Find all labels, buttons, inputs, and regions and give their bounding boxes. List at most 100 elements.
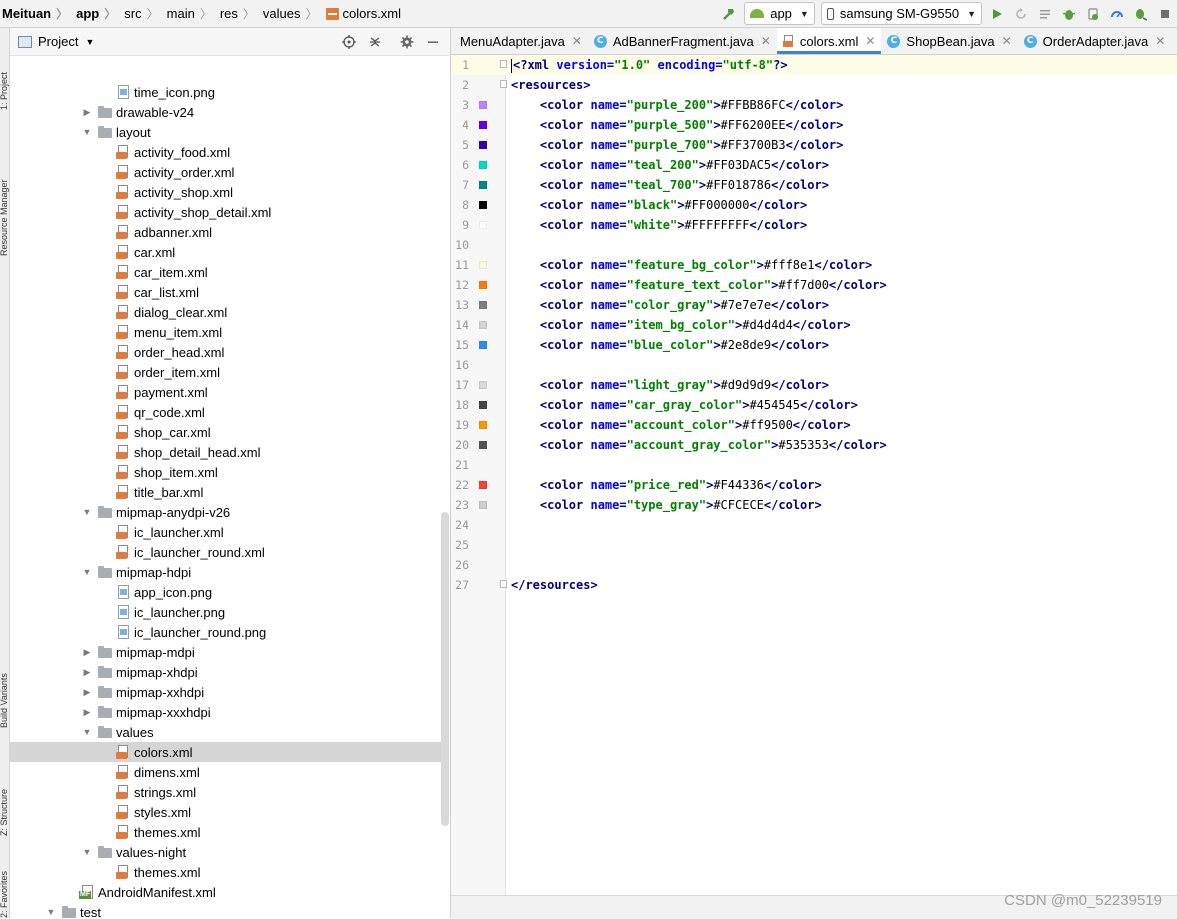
color-swatch-icon[interactable]	[479, 181, 487, 189]
tree-row[interactable]: strings.xml	[10, 782, 449, 802]
code-line[interactable]: 9 <color name="white">#FFFFFFFF</color>	[451, 215, 1177, 235]
code-line[interactable]: 5 <color name="purple_700">#FF3700B3</co…	[451, 135, 1177, 155]
breadcrumb-item[interactable]: app 〉	[76, 5, 124, 22]
collapse-arrow-icon[interactable]: ▶	[82, 647, 92, 658]
code-line[interactable]: 26	[451, 555, 1177, 575]
code-line[interactable]: 4 <color name="purple_500">#FF6200EE</co…	[451, 115, 1177, 135]
tree-row[interactable]: colors.xml	[10, 742, 449, 762]
tree-row[interactable]: ▼ mipmap-hdpi	[10, 562, 449, 582]
code-line[interactable]: 22 <color name="price_red">#F44336</colo…	[451, 475, 1177, 495]
tree-row[interactable]: AndroidManifest.xml	[10, 882, 449, 902]
fold-marker-icon[interactable]	[500, 580, 507, 588]
close-icon[interactable]: ✕	[865, 34, 875, 48]
code-line[interactable]: 10	[451, 235, 1177, 255]
tree-row[interactable]: order_item.xml	[10, 362, 449, 382]
stop-icon[interactable]	[1153, 2, 1177, 26]
color-swatch-icon[interactable]	[479, 401, 487, 409]
tree-row[interactable]: activity_shop_detail.xml	[10, 202, 449, 222]
tree-row[interactable]: ic_launcher_round.png	[10, 622, 449, 642]
close-icon[interactable]: ✕	[1155, 34, 1165, 48]
tree-row[interactable]: ic_launcher.xml	[10, 522, 449, 542]
color-swatch-icon[interactable]	[479, 281, 487, 289]
tree-row[interactable]: shop_detail_head.xml	[10, 442, 449, 462]
tree-row[interactable]: car.xml	[10, 242, 449, 262]
tree-row[interactable]: title_bar.xml	[10, 482, 449, 502]
tree-row[interactable]: ic_launcher_round.xml	[10, 542, 449, 562]
color-swatch-icon[interactable]	[479, 201, 487, 209]
close-icon[interactable]: ✕	[1002, 34, 1012, 48]
code-line[interactable]: 23 <color name="type_gray">#CFCECE</colo…	[451, 495, 1177, 515]
expand-arrow-icon[interactable]: ▼	[82, 727, 92, 737]
tree-row[interactable]: themes.xml	[10, 822, 449, 842]
tree-row[interactable]: car_list.xml	[10, 282, 449, 302]
breadcrumb-item[interactable]: values 〉	[263, 5, 326, 22]
breadcrumb-item[interactable]: Meituan 〉	[2, 5, 76, 22]
tree-row[interactable]: adbanner.xml	[10, 222, 449, 242]
code-line[interactable]: 18 <color name="car_gray_color">#454545<…	[451, 395, 1177, 415]
app-inspection-icon[interactable]	[1129, 2, 1153, 26]
color-swatch-icon[interactable]	[479, 481, 487, 489]
tree-row[interactable]: ▶ mipmap-xxhdpi	[10, 682, 449, 702]
color-swatch-icon[interactable]	[479, 341, 487, 349]
tree-row[interactable]: shop_item.xml	[10, 462, 449, 482]
fold-marker-icon[interactable]	[500, 80, 507, 88]
breadcrumb-item[interactable]: src 〉	[124, 5, 166, 22]
breadcrumb-item[interactable]: main 〉	[167, 5, 220, 22]
color-swatch-icon[interactable]	[479, 321, 487, 329]
tree-row[interactable]: app_icon.png	[10, 582, 449, 602]
code-line[interactable]: 6 <color name="teal_200">#FF03DAC5</colo…	[451, 155, 1177, 175]
attach-debugger-icon[interactable]	[1081, 2, 1105, 26]
color-swatch-icon[interactable]	[479, 381, 487, 389]
debug-icon[interactable]	[1057, 2, 1081, 26]
device-select[interactable]: samsung SM-G9550 ▼	[820, 2, 982, 25]
fold-marker-icon[interactable]	[500, 60, 507, 68]
tree-row[interactable]: ▶ mipmap-xxxhdpi	[10, 702, 449, 722]
expand-arrow-icon[interactable]: ▼	[82, 507, 92, 517]
resource-manager-tab[interactable]: Resource Manager	[0, 126, 9, 256]
run-configuration-select[interactable]: app ▼	[744, 2, 815, 25]
collapse-arrow-icon[interactable]: ▶	[82, 107, 92, 118]
profile-icon[interactable]	[1105, 2, 1129, 26]
tree-row[interactable]: ic_launcher.png	[10, 602, 449, 622]
color-swatch-icon[interactable]	[479, 261, 487, 269]
tree-row[interactable]: activity_order.xml	[10, 162, 449, 182]
color-swatch-icon[interactable]	[479, 501, 487, 509]
tree-row[interactable]: ▶ drawable-v24	[10, 102, 449, 122]
settings-gear-icon[interactable]	[396, 31, 418, 53]
tree-row[interactable]: ▶ mipmap-xhdpi	[10, 662, 449, 682]
tree-row[interactable]: dimens.xml	[10, 762, 449, 782]
tree-row[interactable]: activity_shop.xml	[10, 182, 449, 202]
tree-row[interactable]: time_icon.png	[10, 82, 449, 102]
expand-arrow-icon[interactable]: ▼	[82, 127, 92, 137]
close-icon[interactable]: ✕	[761, 34, 771, 48]
tree-row[interactable]: menu_item.xml	[10, 322, 449, 342]
expand-arrow-icon[interactable]: ▼	[82, 567, 92, 577]
editor-tab[interactable]: C AdBannerFragment.java ✕	[588, 28, 777, 54]
editor-tab[interactable]: MenuAdapter.java ✕	[451, 28, 588, 54]
tree-row[interactable]: order_head.xml	[10, 342, 449, 362]
color-swatch-icon[interactable]	[479, 121, 487, 129]
tree-row[interactable]: ▶ mipmap-mdpi	[10, 642, 449, 662]
structure-tab[interactable]: Z: Structure	[0, 746, 9, 836]
code-line[interactable]: 12 <color name="feature_text_color">#ff7…	[451, 275, 1177, 295]
locate-icon[interactable]	[338, 31, 360, 53]
code-editor[interactable]: 1 <?xml version="1.0" encoding="utf-8"?> 2…	[451, 55, 1177, 918]
color-swatch-icon[interactable]	[479, 421, 487, 429]
tree-row[interactable]: themes.xml	[10, 862, 449, 882]
color-swatch-icon[interactable]	[479, 301, 487, 309]
minimize-icon[interactable]	[422, 31, 444, 53]
code-line[interactable]: 7 <color name="teal_700">#FF018786</colo…	[451, 175, 1177, 195]
expand-arrow-icon[interactable]: ▼	[46, 907, 56, 917]
project-scrollbar[interactable]	[441, 512, 449, 826]
close-icon[interactable]: ✕	[572, 34, 582, 48]
tree-row[interactable]: ▼ values	[10, 722, 449, 742]
tree-row[interactable]: car_item.xml	[10, 262, 449, 282]
project-view-select[interactable]: Project ▼	[10, 34, 94, 49]
tree-row[interactable]: dialog_clear.xml	[10, 302, 449, 322]
run-icon[interactable]	[985, 2, 1009, 26]
tree-row[interactable]: ▼ values-night	[10, 842, 449, 862]
color-swatch-icon[interactable]	[479, 221, 487, 229]
color-swatch-icon[interactable]	[479, 161, 487, 169]
collapse-arrow-icon[interactable]: ▶	[82, 667, 92, 678]
editor-tab[interactable]: C OrderAdapter.java ✕	[1018, 28, 1172, 54]
